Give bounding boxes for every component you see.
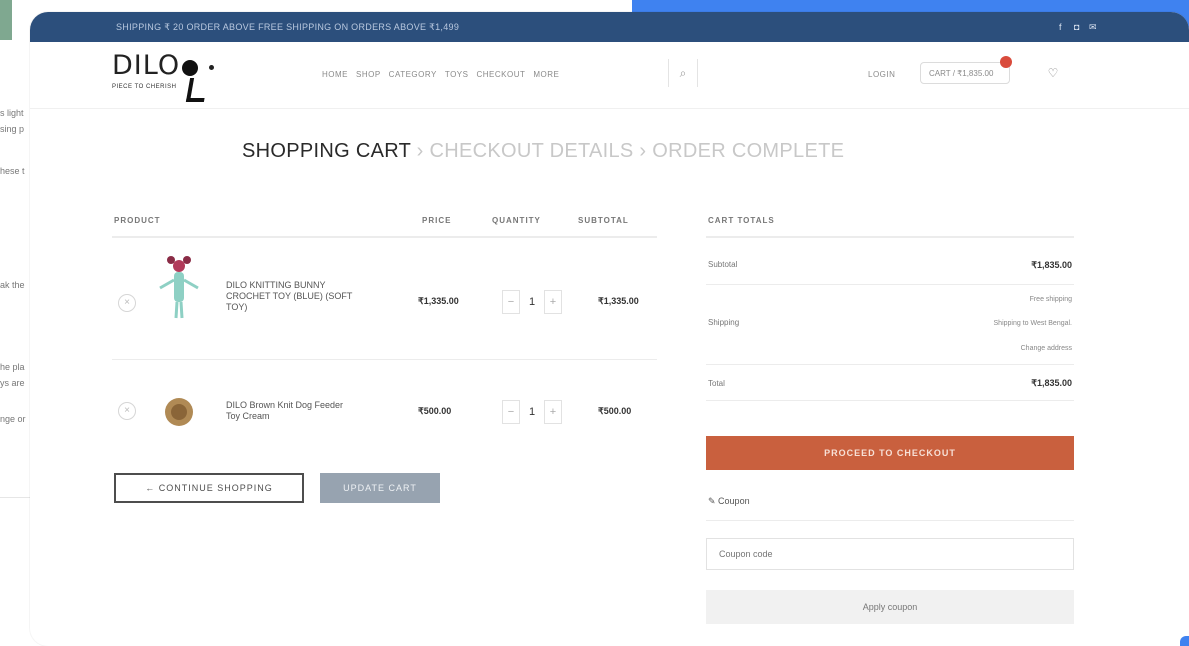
login-link[interactable]: LOGIN — [868, 70, 895, 79]
main-navigation: HOME SHOP CATEGORY TOYS CHECKOUT MORE — [322, 70, 559, 79]
background-text: ak the — [0, 280, 25, 290]
checkout-steps: SHOPPING CART › CHECKOUT DETAILS › ORDER… — [242, 140, 844, 163]
nav-item-toys[interactable]: TOYS — [445, 70, 469, 79]
instagram-icon[interactable]: ◘ — [1074, 23, 1082, 32]
product-price: ₹1,335.00 — [418, 296, 459, 306]
background-thumbnail — [0, 0, 12, 40]
coupon-divider — [706, 520, 1074, 521]
total-label: Total — [708, 379, 725, 388]
product-subtotal: ₹500.00 — [598, 406, 632, 416]
total-value: ₹1,835.00 — [1031, 378, 1072, 388]
background-text: nge or — [0, 414, 26, 424]
quantity-value[interactable]: 1 — [520, 406, 544, 418]
logo-wordmark: DILO — [112, 50, 181, 81]
shipping-label: Shipping — [708, 318, 740, 327]
tag-icon: ✎ — [708, 496, 719, 506]
background-corner — [1180, 636, 1189, 646]
background-text: sing p — [0, 124, 25, 134]
site-logo[interactable]: DILO PIECE TO CHERISH — [112, 48, 232, 104]
background-text: he pla — [0, 362, 25, 372]
column-header-subtotal: SUBTOTAL — [578, 216, 629, 225]
product-price: ₹500.00 — [418, 406, 452, 416]
header-cart-button[interactable]: CART / ₹1,835.00 — [920, 62, 1010, 84]
background-text: s light — [0, 108, 24, 118]
coupon-code-input[interactable] — [706, 538, 1074, 570]
product-subtotal: ₹1,335.00 — [598, 296, 639, 306]
product-thumbnail[interactable] — [154, 252, 204, 322]
cart-totals-heading: CART TOTALS — [708, 216, 775, 225]
shopping-cart-window: SHIPPING ₹ 20 ORDER ABOVE FREE SHIPPING … — [30, 12, 1189, 646]
step-separator: › — [416, 140, 424, 162]
logo-figure-icon — [185, 78, 209, 102]
nav-item-home[interactable]: HOME — [322, 70, 348, 79]
quantity-increase-button[interactable]: + — [544, 290, 562, 314]
coupon-heading: ✎ Coupon — [708, 496, 750, 507]
quantity-increase-button[interactable]: + — [544, 400, 562, 424]
cart-count-badge — [1000, 56, 1012, 68]
update-cart-button[interactable]: UPDATE CART — [320, 473, 440, 503]
facebook-icon[interactable]: f — [1059, 23, 1067, 32]
subtotal-label: Subtotal — [708, 260, 738, 269]
mail-icon[interactable]: ✉ — [1089, 23, 1097, 32]
nav-item-shop[interactable]: SHOP — [356, 70, 381, 79]
step-order-complete: ORDER COMPLETE — [652, 140, 845, 162]
proceed-to-checkout-button[interactable]: PROCEED TO CHECKOUT — [706, 436, 1074, 470]
quantity-value[interactable]: 1 — [520, 296, 544, 308]
totals-row-divider — [706, 284, 1074, 285]
promo-text: SHIPPING ₹ 20 ORDER ABOVE FREE SHIPPING … — [116, 21, 460, 32]
logo-subtitle: PIECE TO CHERISH — [112, 84, 177, 90]
nav-item-more[interactable]: MORE — [533, 70, 559, 79]
change-address-link[interactable]: Change address — [1021, 345, 1072, 352]
header-cart-label: CART / ₹1,835.00 — [929, 68, 994, 78]
shipping-destination: Shipping to West Bengal. — [993, 320, 1072, 327]
background-text: hese t — [0, 166, 25, 176]
remove-item-button[interactable]: × — [118, 402, 136, 420]
site-header: DILO PIECE TO CHERISH HOME SHOP CATEGORY… — [30, 42, 1189, 109]
product-name[interactable]: DILO KNITTING BUNNY CROCHET TOY (BLUE) (… — [226, 280, 358, 313]
search-icon[interactable]: ⌕ — [668, 59, 698, 87]
quantity-decrease-button[interactable]: − — [502, 290, 520, 314]
step-separator: › — [639, 140, 647, 162]
totals-row-divider — [706, 364, 1074, 365]
step-checkout-details[interactable]: CHECKOUT DETAILS — [429, 140, 633, 162]
quantity-stepper: − 1 + — [502, 400, 562, 424]
logo-dot-icon — [209, 65, 214, 70]
cart-row: × DILO Brown Knit Dog Feeder Toy Cream ₹… — [112, 360, 657, 460]
quantity-stepper: − 1 + — [502, 290, 562, 314]
remove-item-button[interactable]: × — [118, 294, 136, 312]
logo-ball-icon — [182, 60, 198, 76]
background-text: ys are — [0, 378, 25, 388]
subtotal-value: ₹1,835.00 — [1031, 260, 1072, 270]
totals-row-divider — [706, 400, 1074, 401]
product-name[interactable]: DILO Brown Knit Dog Feeder Toy Cream — [226, 400, 358, 422]
top-announcement-bar: SHIPPING ₹ 20 ORDER ABOVE FREE SHIPPING … — [30, 12, 1189, 42]
heart-icon[interactable]: ♡ — [1040, 60, 1066, 86]
step-shopping-cart[interactable]: SHOPPING CART — [242, 140, 411, 162]
cart-row: × DILO KNITTING BUNNY CROCHET TOY (BLUE)… — [112, 238, 657, 360]
apply-coupon-button[interactable]: Apply coupon — [706, 590, 1074, 624]
coupon-heading-label: Coupon — [718, 496, 750, 506]
column-header-price: PRICE — [422, 216, 452, 225]
quantity-decrease-button[interactable]: − — [502, 400, 520, 424]
product-thumbnail[interactable] — [154, 370, 204, 440]
column-header-product: PRODUCT — [114, 216, 161, 225]
social-links: f ◘ ✉ — [1059, 23, 1097, 32]
shipping-method: Free shipping — [1029, 296, 1072, 303]
nav-item-checkout[interactable]: CHECKOUT — [476, 70, 525, 79]
continue-shopping-button[interactable]: ← CONTINUE SHOPPING — [114, 473, 304, 503]
totals-divider — [706, 236, 1074, 238]
column-header-quantity: QUANTITY — [492, 216, 541, 225]
nav-item-category[interactable]: CATEGORY — [389, 70, 437, 79]
